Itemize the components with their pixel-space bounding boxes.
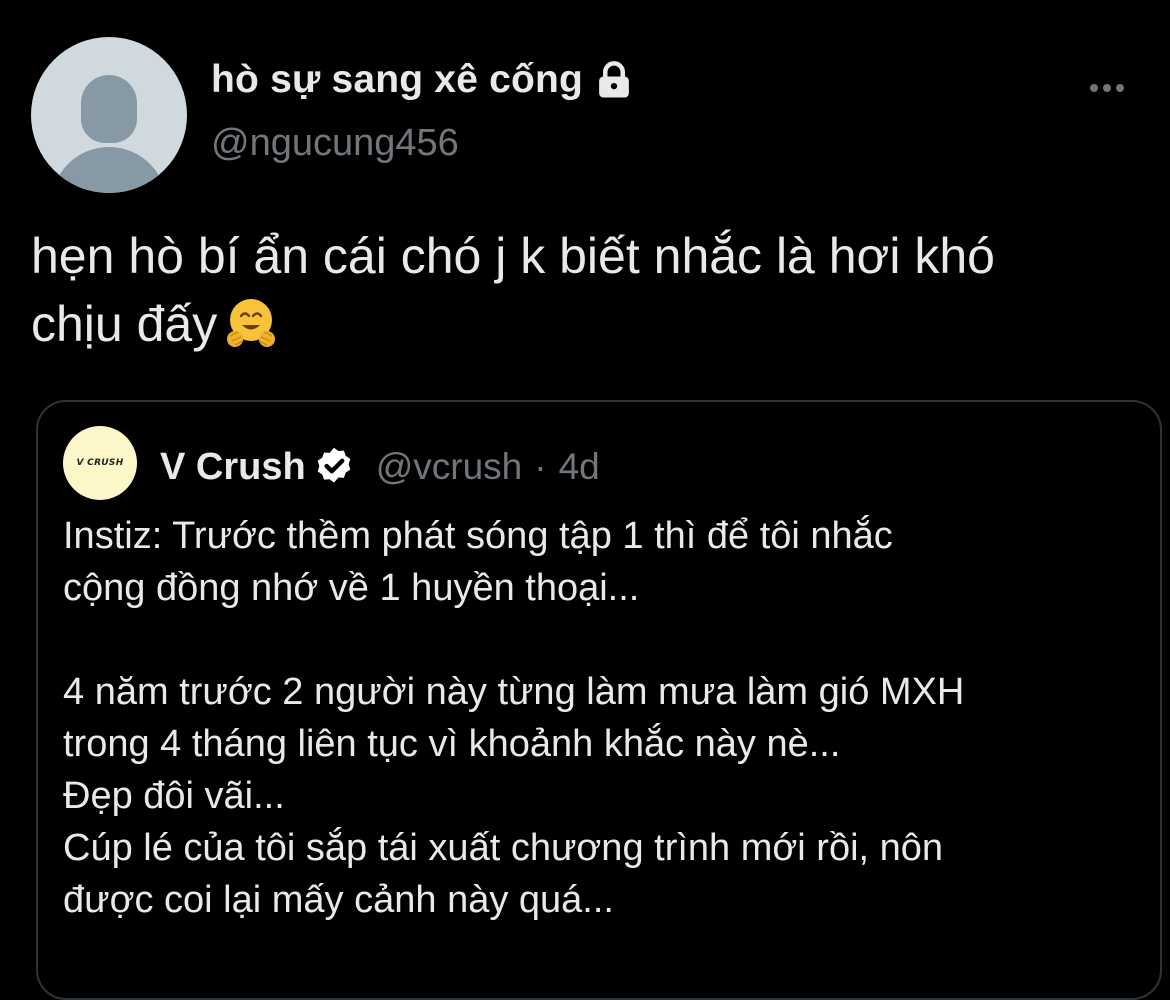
quoted-text-blank-line [63, 614, 1143, 666]
hugging-face-emoji-icon [227, 299, 276, 347]
quoted-text-line: Instiz: Trước thềm phát sóng tập 1 thì đ… [63, 515, 893, 557]
author-name-row: hò sự sang xê cống [211, 56, 635, 104]
quoted-timestamp[interactable]: 4d [559, 446, 600, 488]
quoted-tweet-text: Instiz: Trước thềm phát sóng tập 1 thì đ… [63, 510, 1143, 926]
quoted-text-line: cộng đồng nhớ về 1 huyền thoại... [63, 567, 640, 609]
quoted-text-line: trong 4 tháng liên tục vì khoảnh khắc nà… [63, 723, 841, 765]
quoted-author-handle[interactable]: @vcrush [376, 446, 523, 488]
verified-badge-icon [317, 447, 351, 483]
tweet: hò sự sang xê cống @ngucung456 hẹn hò bí… [0, 0, 1170, 1000]
quoted-header: V Crush @vcrush · 4d [160, 442, 600, 492]
lock-icon [599, 61, 629, 98]
quoted-text-line: được coi lại mấy cảnh này quá... [63, 879, 614, 921]
quoted-text-line: 4 năm trước 2 người này từng làm mưa làm… [63, 671, 965, 713]
author-handle[interactable]: @ngucung456 [211, 122, 459, 165]
tweet-text-line: hẹn hò bí ẩn cái chó j k biết nhắc là hơ… [31, 228, 995, 284]
author-avatar[interactable] [31, 37, 187, 193]
quoted-text-line: Đẹp đôi vãi... [63, 775, 285, 817]
quoted-author-avatar[interactable]: V CRUSH [63, 426, 137, 500]
quoted-author-name[interactable]: V Crush [160, 446, 306, 489]
tweet-text-line-with-emoji: chịu đấy [31, 290, 1141, 358]
author-display-name[interactable]: hò sự sang xê cống [211, 58, 583, 102]
avatar-shoulders-shape [51, 147, 167, 193]
quoted-avatar-logo-text: V CRUSH [76, 458, 124, 468]
separator-dot: · [534, 446, 547, 487]
tweet-text: hẹn hò bí ẩn cái chó j k biết nhắc là hơ… [31, 222, 1141, 358]
quoted-text-line: Cúp lé của tôi sắp tái xuất chương trình… [63, 827, 944, 869]
more-horizontal-icon[interactable] [1082, 70, 1132, 106]
tweet-text-line: chịu đấy [31, 296, 218, 352]
avatar-head-shape [81, 75, 137, 143]
